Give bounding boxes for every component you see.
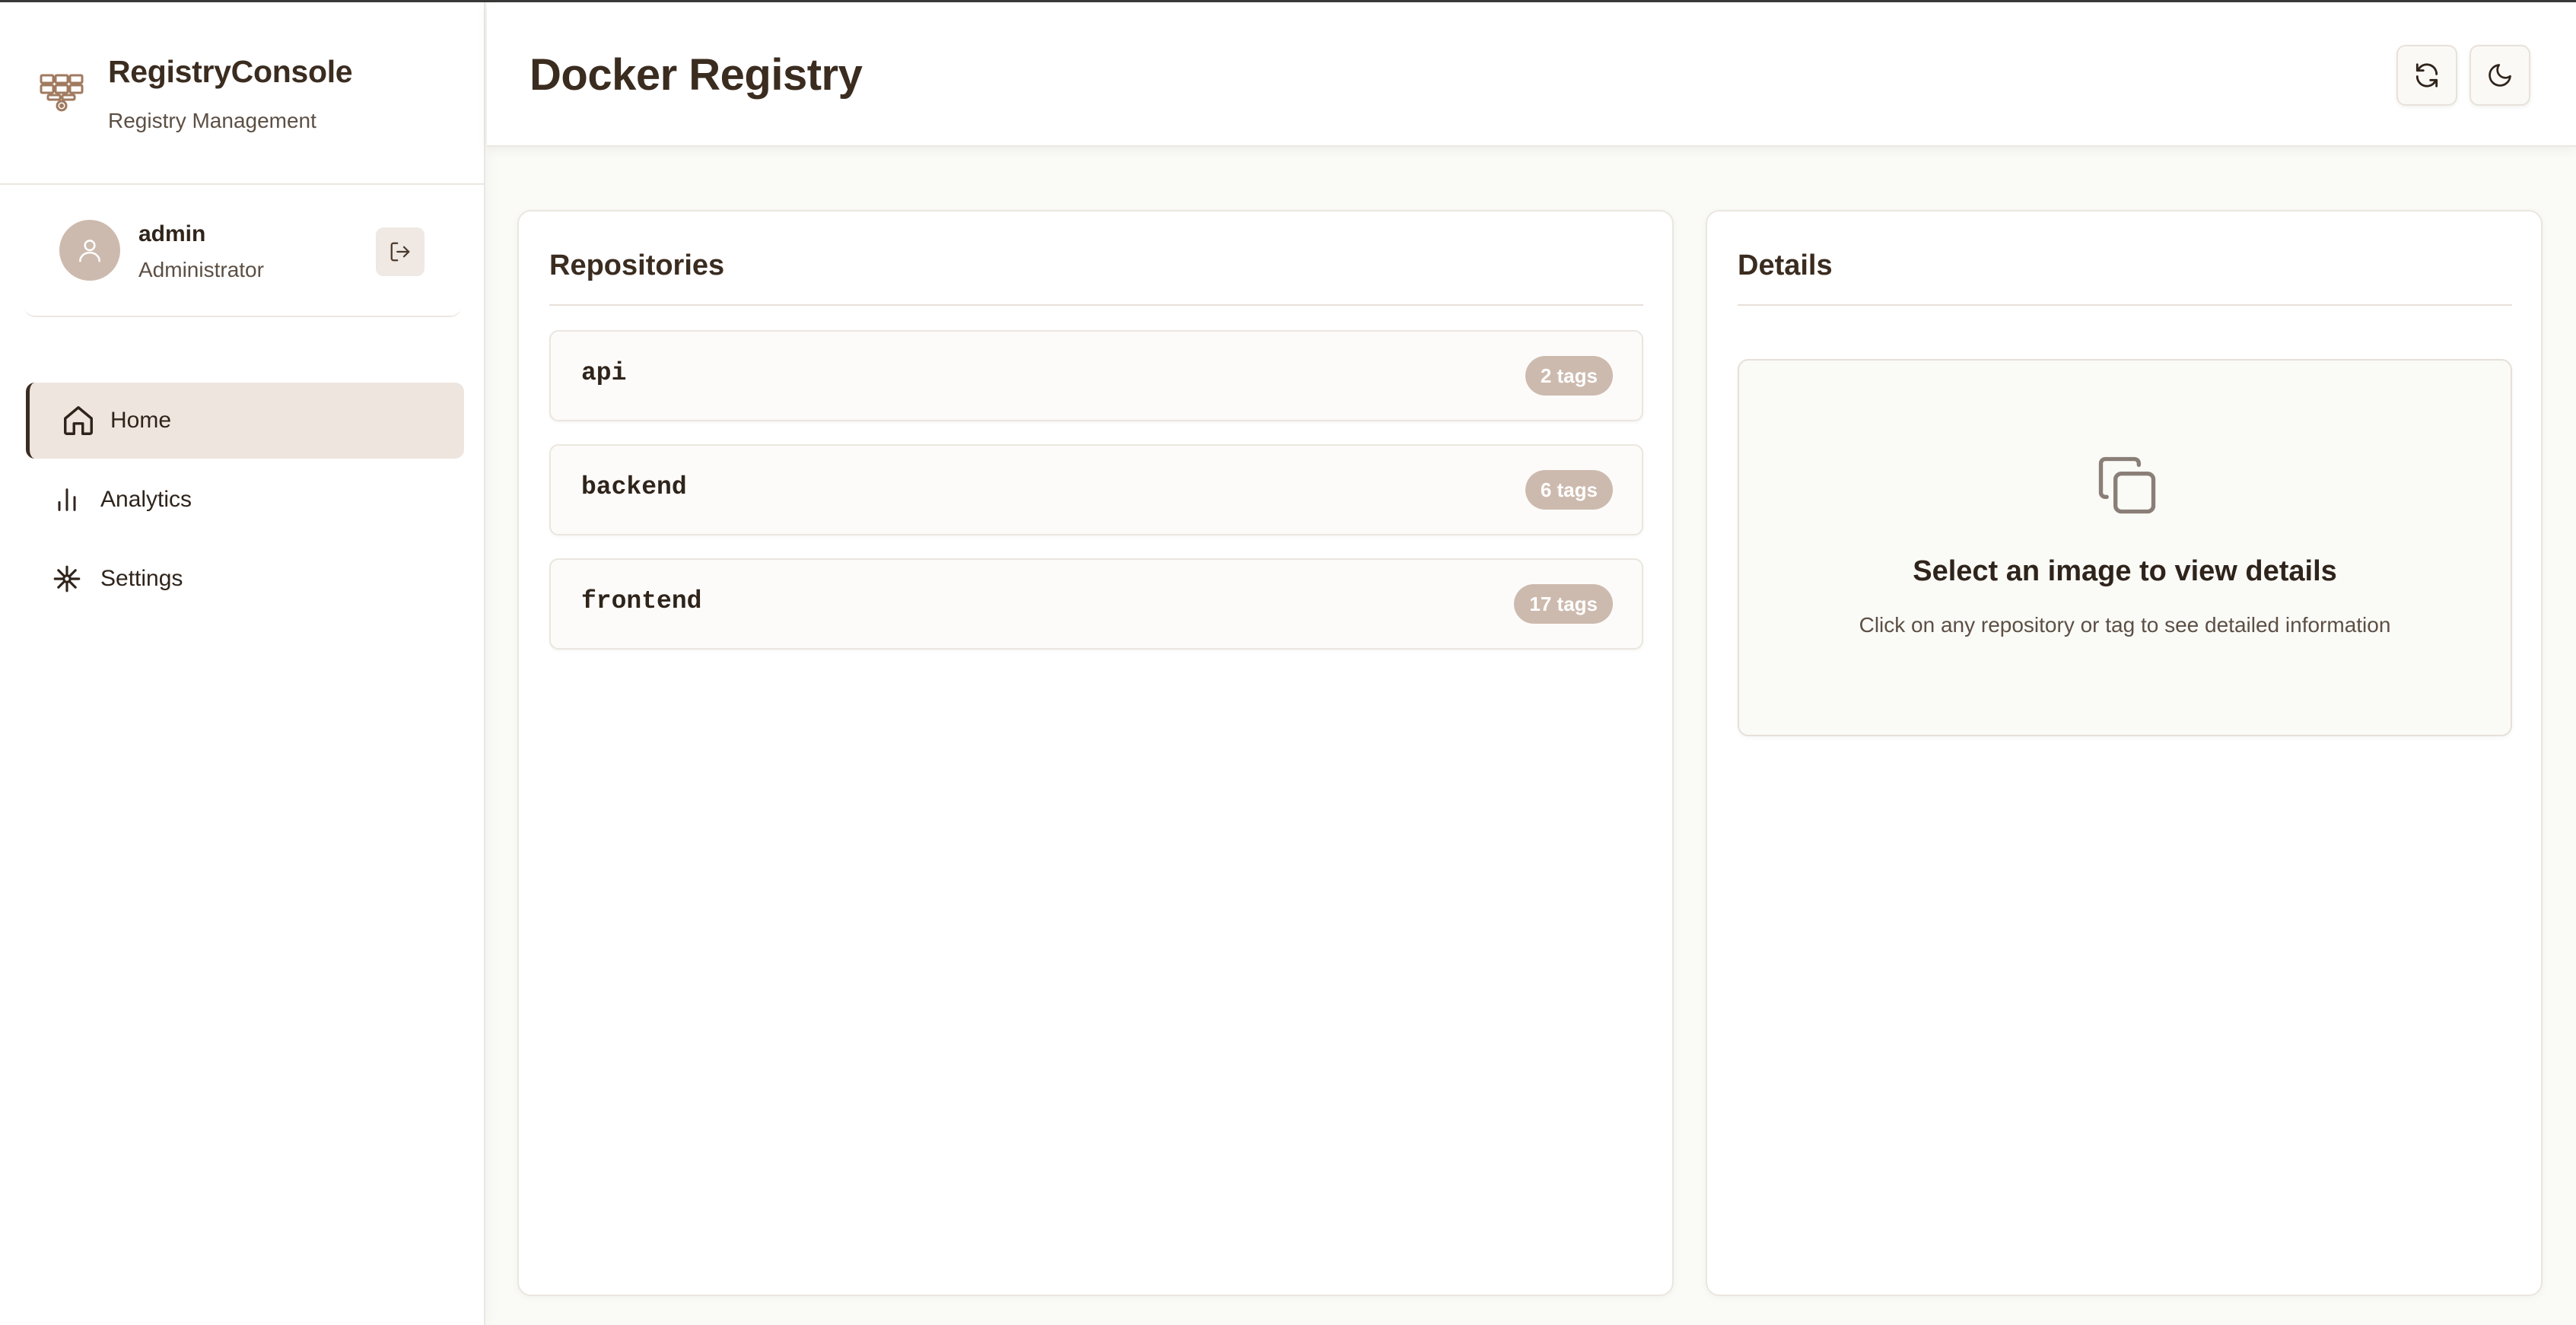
empty-state-title: Select an image to view details: [1913, 555, 2337, 587]
details-panel: Details Select an image to view details …: [1706, 210, 2543, 1296]
repository-row-frontend[interactable]: frontend 17 tags: [549, 558, 1643, 650]
repository-name: api: [581, 359, 627, 387]
sidebar-item-label: Analytics: [100, 487, 192, 512]
avatar: [59, 220, 120, 281]
panel-divider: [549, 304, 1643, 306]
sidebar-nav: Home Analytics Settings: [26, 383, 464, 620]
repository-name: backend: [581, 473, 687, 501]
repositories-panel: Repositories api 2 tags backend 6 tags f…: [517, 210, 1674, 1296]
settings-icon: [49, 561, 85, 597]
registry-logo-icon: [38, 66, 85, 113]
tag-count-badge: 2 tags: [1525, 356, 1613, 396]
home-icon: [60, 402, 97, 439]
user-role: Administrator: [138, 258, 264, 281]
theme-toggle-button[interactable]: [2469, 45, 2530, 106]
top-header: Docker Registry: [487, 2, 2576, 147]
app-subtitle: Registry Management: [108, 109, 316, 132]
moon-icon: [2489, 64, 2511, 87]
brand-header: RegistryConsole Registry Management: [0, 2, 484, 185]
sidebar-item-analytics[interactable]: Analytics: [26, 462, 464, 538]
tag-count-badge: 6 tags: [1525, 470, 1613, 510]
copy-icon: [2092, 450, 2162, 520]
repositories-title: Repositories: [549, 249, 725, 281]
sidebar-item-settings[interactable]: Settings: [26, 541, 464, 617]
sidebar-item-label: Settings: [100, 566, 183, 591]
page-title: Docker Registry: [530, 50, 863, 100]
repository-name: frontend: [581, 587, 702, 615]
sidebar: RegistryConsole Registry Management admi…: [0, 2, 485, 1325]
app-name: RegistryConsole: [108, 54, 353, 89]
repository-row-api[interactable]: api 2 tags: [549, 330, 1643, 421]
user-card: admin Administrator: [24, 188, 461, 317]
tag-count-badge: 17 tags: [1514, 584, 1613, 624]
empty-state-subtitle: Click on any repository or tag to see de…: [1859, 613, 2391, 637]
bar-chart-icon: [49, 481, 85, 518]
user-icon: [79, 240, 100, 262]
panel-divider: [1738, 304, 2512, 306]
logout-icon: [390, 242, 410, 262]
refresh-button[interactable]: [2396, 45, 2457, 106]
sidebar-item-home[interactable]: Home: [26, 383, 464, 459]
refresh-icon: [2415, 63, 2438, 87]
repository-row-backend[interactable]: backend 6 tags: [549, 444, 1643, 535]
details-empty-state: Select an image to view details Click on…: [1738, 359, 2512, 736]
details-title: Details: [1738, 249, 1833, 281]
sidebar-item-label: Home: [110, 408, 172, 433]
logout-button[interactable]: [376, 227, 425, 276]
user-name: admin: [138, 221, 206, 246]
